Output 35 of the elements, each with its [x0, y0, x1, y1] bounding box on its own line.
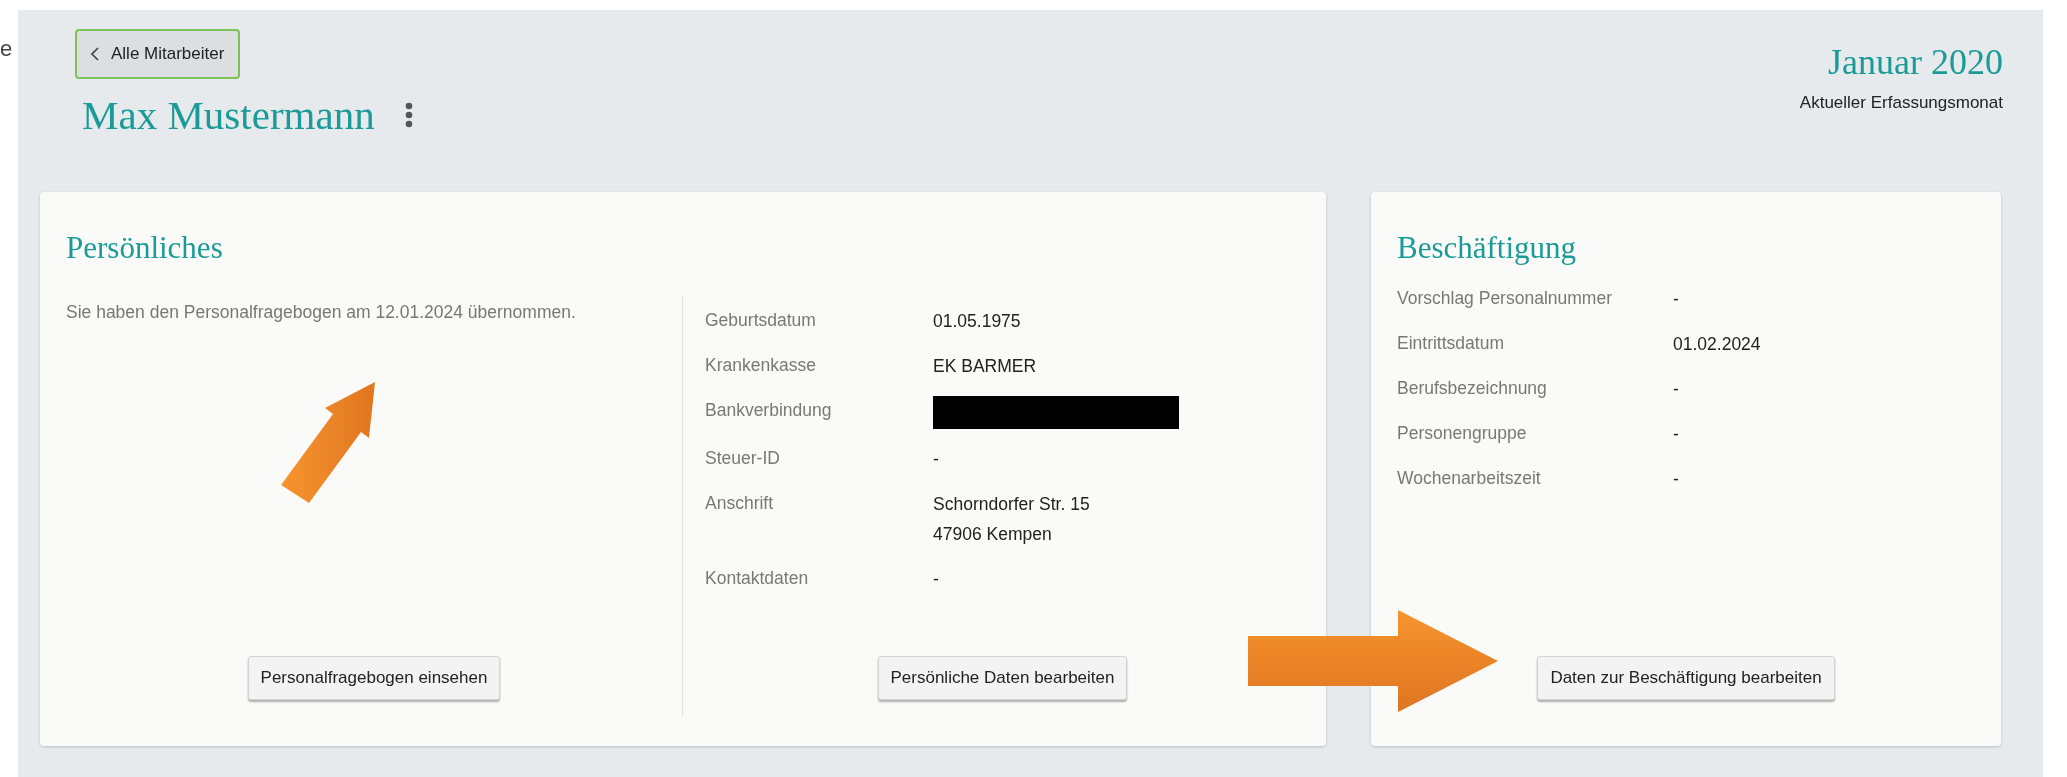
- back-button[interactable]: Alle Mitarbeiter: [75, 29, 241, 79]
- field-value: EK BARMER: [933, 355, 1038, 378]
- field-label: Geburtsdatum: [705, 309, 817, 332]
- field-label: Kontaktdaten: [705, 567, 810, 590]
- edit-employment-button[interactable]: Daten zur Beschäftigung bearbeiten: [1537, 656, 1835, 700]
- field-label: Berufsbezeichnung: [1397, 377, 1548, 400]
- field-value: Schorndorfer Str. 15: [933, 493, 1091, 516]
- employee-name: Max Mustermann: [82, 91, 375, 139]
- field-label: Eintrittsdatum: [1397, 332, 1505, 355]
- field-label: Bankverbindung: [705, 399, 833, 422]
- field-label: Vorschlag Personalnummer: [1397, 287, 1613, 310]
- chevron-left-icon: [91, 47, 99, 61]
- edit-personal-button[interactable]: Persönliche Daten bearbeiten: [877, 656, 1128, 700]
- field-label: Anschrift: [705, 492, 775, 515]
- card-title: Beschäftigung: [1397, 230, 1578, 266]
- field-value: 01.02.2024: [1673, 333, 1762, 356]
- field-label: Personengruppe: [1397, 422, 1528, 445]
- more-menu-icon[interactable]: [404, 102, 413, 128]
- field-value: 01.05.1975: [933, 310, 1022, 333]
- field-label: Krankenkasse: [705, 354, 817, 377]
- field-value: -: [1673, 423, 1680, 446]
- info-text: Sie haben den Personalfragebogen am 12.01.2024 übernommen.: [66, 302, 577, 323]
- edge-text: e: [0, 35, 14, 63]
- view-questionnaire-button[interactable]: Personalfragebogen einsehen: [247, 656, 501, 700]
- card-title: Persönliches: [66, 230, 224, 266]
- field-value: 47906 Kempen: [933, 523, 1053, 546]
- field-label: Steuer-ID: [705, 447, 781, 470]
- current-month: Januar 2020: [1828, 41, 2003, 83]
- field-value: -: [1673, 468, 1680, 491]
- field-value: -: [1673, 378, 1680, 401]
- field-label: Wochenarbeitszeit: [1397, 467, 1542, 490]
- field-value: -: [1673, 288, 1680, 311]
- field-value: -: [933, 448, 940, 471]
- month-caption: Aktueller Erfassungsmonat: [1799, 93, 2003, 113]
- field-value: -: [933, 568, 940, 591]
